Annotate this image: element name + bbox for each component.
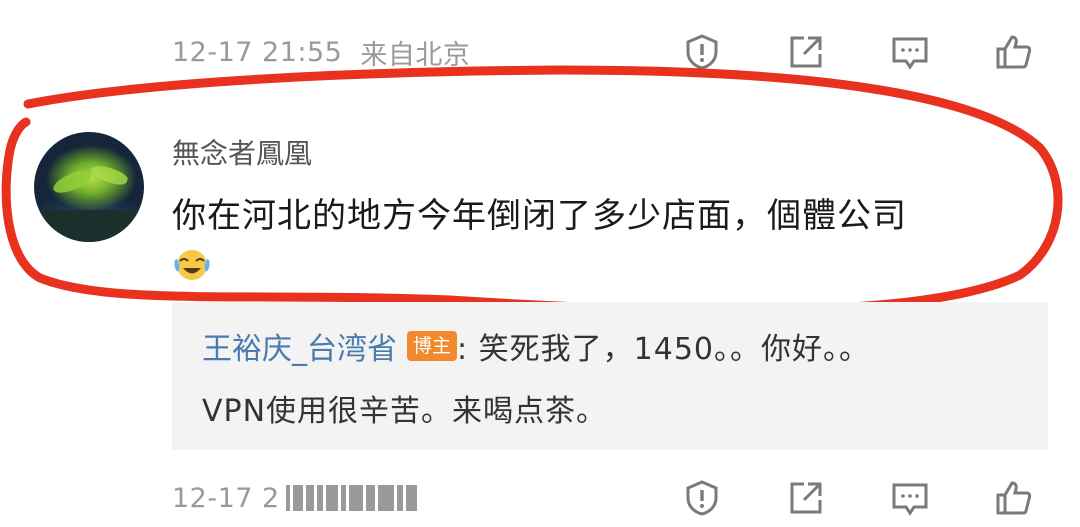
author-badge: 博主 [407, 331, 458, 361]
reply-text-1: : 笑死我了，1450。。你好。。 [457, 332, 871, 367]
like-button[interactable] [992, 30, 1036, 74]
like-icon [996, 35, 1032, 69]
reply-text-2: VPN使用很辛苦。来喝点茶。 [202, 394, 608, 429]
comment-button[interactable] [888, 476, 932, 520]
reply-username[interactable]: 王裕庆_台湾省 [202, 324, 397, 368]
report-button[interactable] [680, 476, 724, 520]
report-icon [686, 34, 718, 70]
reply-box[interactable]: 王裕庆_台湾省 博主 : 笑死我了，1450。。你好。。 VPN使用很辛苦。来喝… [172, 302, 1048, 450]
action-bar [680, 30, 1036, 74]
comment-text: 你在河北的地方今年倒闭了多少店面，個體公司 [172, 196, 907, 236]
action-bar-bottom [680, 476, 1036, 520]
report-icon [686, 480, 718, 516]
repost-icon [790, 482, 822, 514]
report-button[interactable] [680, 30, 724, 74]
like-button[interactable] [992, 476, 1036, 520]
comment-location: 来自北京 [360, 39, 471, 71]
repost-button[interactable] [784, 30, 828, 74]
comment-button[interactable] [888, 30, 932, 74]
repost-button[interactable] [784, 476, 828, 520]
avatar[interactable] [34, 132, 144, 242]
like-icon [996, 481, 1032, 515]
comment-time: 12-17 21:55 [172, 36, 343, 68]
redacted-text [285, 484, 420, 512]
comment-username[interactable]: 無念者鳳凰 [172, 132, 312, 172]
comment-icon [892, 483, 928, 516]
next-comment-meta: 12-17 2 [172, 478, 420, 518]
repost-icon [790, 36, 822, 68]
reply-line-1: 王裕庆_台湾省 博主 : 笑死我了，1450。。你好。。 [202, 324, 870, 368]
laughing-crying-emoji-icon [174, 250, 210, 280]
comment-icon [892, 37, 928, 70]
next-comment-time: 12-17 2 [172, 482, 280, 514]
comment-meta: 12-17 21:55 来自北京 [172, 32, 470, 72]
